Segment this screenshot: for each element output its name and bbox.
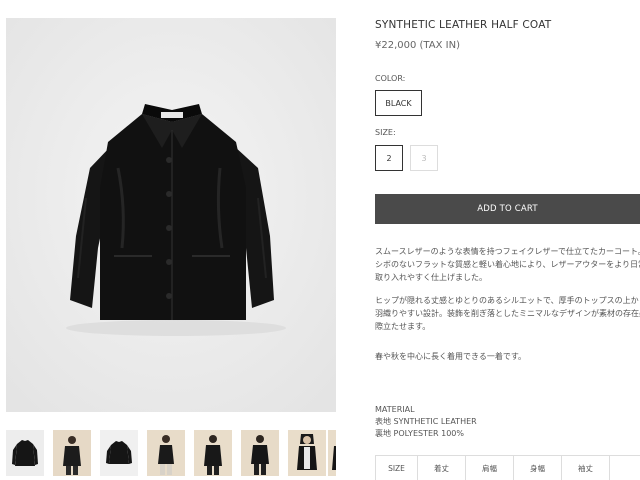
description-paragraph-3: 春や秋を中心に長く着用できる一着です。 <box>375 352 527 361</box>
description-paragraph-1: スムースレザーのような表情を持つフェイクレザーで仕立てたカーコート。 シボのない… <box>375 245 640 284</box>
add-to-cart-button[interactable]: ADD TO CART <box>375 194 640 224</box>
color-label: COLOR: <box>375 74 406 83</box>
product-price: ¥22,000 (TAX IN) <box>375 40 460 51</box>
thumbnail-3[interactable] <box>100 430 138 476</box>
material-outer: 表地 SYNTHETIC LEATHER <box>375 417 477 426</box>
thumbnail-8[interactable] <box>328 430 336 476</box>
material-section: MATERIAL 表地 SYNTHETIC LEATHER 裏地 POLYEST… <box>375 404 477 440</box>
description-line: 際立たせます。 <box>375 322 431 331</box>
thumbnail-strip <box>6 430 336 476</box>
size-table-header: SIZE <box>376 456 418 480</box>
size-option-3[interactable]: 3 <box>410 145 438 171</box>
description-line: ヒップが隠れる丈感とゆとりのあるシルエットで、厚手のトップスの上からも <box>375 296 640 305</box>
size-table-header: 肩幅 <box>466 456 514 480</box>
size-option-2[interactable]: 2 <box>375 145 403 171</box>
coat-photo <box>6 18 336 412</box>
size-table: SIZE 着丈 肩幅 身幅 袖丈 <box>375 455 640 480</box>
thumbnail-1[interactable] <box>6 430 44 476</box>
thumbnail-7[interactable] <box>288 430 326 476</box>
thumbnail-6[interactable] <box>241 430 279 476</box>
size-table-header: 着丈 <box>418 456 466 480</box>
product-title: SYNTHETIC LEATHER HALF COAT <box>375 19 552 31</box>
description-line: 取り入れやすく仕上げました。 <box>375 273 487 282</box>
description-line: スムースレザーのような表情を持つフェイクレザーで仕立てたカーコート。 <box>375 247 640 256</box>
material-lining: 裏地 POLYESTER 100% <box>375 429 464 438</box>
size-table-header: 袖丈 <box>562 456 610 480</box>
thumbnail-2[interactable] <box>53 430 91 476</box>
thumbnail-4[interactable] <box>147 430 185 476</box>
size-label: SIZE: <box>375 128 396 137</box>
material-label: MATERIAL <box>375 405 415 414</box>
size-table-header: 身幅 <box>514 456 562 480</box>
description-line: シボのないフラットな質感と軽い着心地により、レザーアウターをより日常に <box>375 260 640 269</box>
product-info-panel: SYNTHETIC LEATHER HALF COAT ¥22,000 (TAX… <box>375 0 640 480</box>
color-option-black[interactable]: BLACK <box>375 90 422 116</box>
description-line: 羽織りやすい設計。装飾を削ぎ落としたミニマルなデザインが素材の存在感を <box>375 309 640 318</box>
main-product-image[interactable] <box>6 18 336 412</box>
description-paragraph-2: ヒップが隠れる丈感とゆとりのあるシルエットで、厚手のトップスの上からも 羽織りや… <box>375 294 640 333</box>
thumbnail-5[interactable] <box>194 430 232 476</box>
